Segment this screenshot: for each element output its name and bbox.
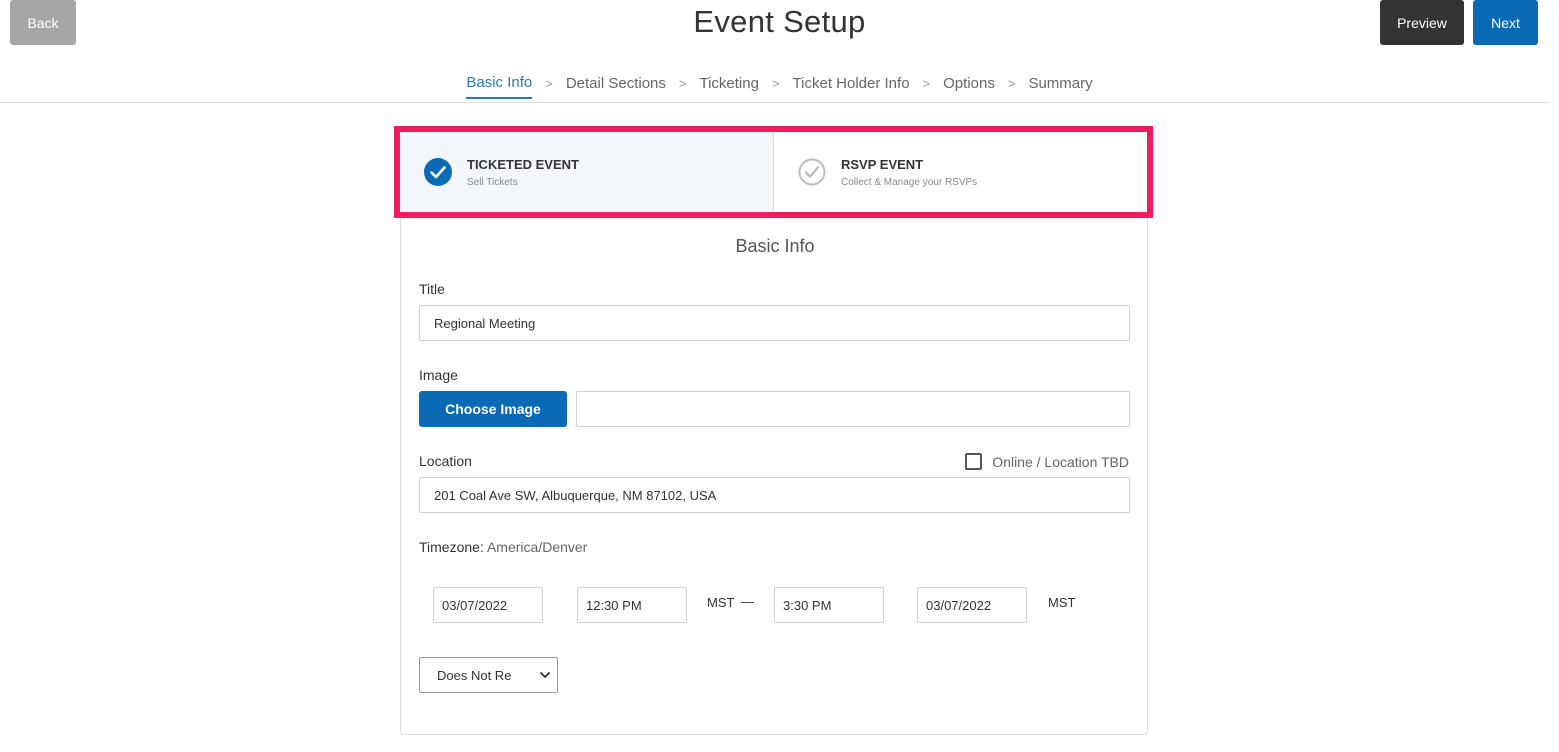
timezone-label: Timezone: — [419, 539, 484, 555]
step-ticketing[interactable]: Ticketing — [699, 75, 758, 98]
chevron-right-icon: > — [922, 76, 931, 91]
timezone-value: America/Denver — [486, 539, 588, 555]
start-timezone-abbr: MST — [707, 595, 735, 610]
ticketed-event-title: TICKETED EVENT — [467, 156, 579, 172]
check-circle-outline-icon — [798, 158, 826, 186]
online-label: Online / Location TBD — [992, 453, 1129, 470]
step-breadcrumb: Basic Info > Detail Sections > Ticketing… — [0, 74, 1559, 99]
end-time-input[interactable]: 3:30 PM — [774, 587, 884, 623]
next-button[interactable]: Next — [1473, 0, 1538, 45]
online-checkbox[interactable] — [965, 453, 983, 470]
start-date-input[interactable]: 03/07/2022 — [433, 587, 543, 623]
ticketed-event-option[interactable]: TICKETED EVENT Sell Tickets — [400, 132, 774, 212]
event-type-selector: TICKETED EVENT Sell Tickets RSVP EVENT C… — [394, 126, 1153, 218]
check-circle-icon — [424, 158, 452, 186]
recurrence-select[interactable]: Does Not Re — [419, 657, 558, 693]
steps-divider — [0, 102, 1550, 103]
chevron-right-icon: > — [678, 76, 687, 91]
ticketed-event-subtitle: Sell Tickets — [467, 176, 518, 188]
chevron-down-icon — [540, 672, 550, 678]
image-filename-input[interactable] — [576, 391, 1130, 427]
step-basic-info[interactable]: Basic Info — [466, 74, 533, 99]
step-ticket-holder-info[interactable]: Ticket Holder Info — [793, 75, 910, 98]
location-input[interactable]: 201 Coal Ave SW, Albuquerque, NM 87102, … — [419, 477, 1130, 513]
end-timezone-abbr: MST — [1048, 595, 1076, 610]
start-time-input[interactable]: 12:30 PM — [577, 587, 687, 623]
online-location-tbd-toggle[interactable]: Online / Location TBD — [965, 453, 1129, 470]
rsvp-event-subtitle: Collect & Manage your RSVPs — [841, 176, 978, 188]
choose-image-button[interactable]: Choose Image — [419, 391, 567, 427]
title-label: Title — [419, 281, 445, 297]
step-options[interactable]: Options — [943, 75, 995, 98]
chevron-right-icon: > — [771, 76, 780, 91]
end-date-input[interactable]: 03/07/2022 — [917, 587, 1027, 623]
chevron-right-icon: > — [1007, 76, 1016, 91]
timezone-row: Timezone: America/Denver — [419, 539, 587, 555]
location-label: Location — [419, 453, 472, 469]
time-range-dash: — — [741, 594, 754, 609]
rsvp-event-option[interactable]: RSVP EVENT Collect & Manage your RSVPs — [774, 132, 1147, 212]
basic-info-card: Basic Info Title Regional Meeting Image … — [400, 218, 1148, 735]
chevron-right-icon: > — [545, 76, 553, 91]
section-heading: Basic Info — [735, 236, 815, 256]
rsvp-event-title: RSVP EVENT — [841, 156, 924, 172]
image-label: Image — [419, 367, 458, 383]
title-input[interactable]: Regional Meeting — [419, 305, 1130, 341]
step-detail-sections[interactable]: Detail Sections — [566, 75, 666, 98]
step-summary[interactable]: Summary — [1028, 75, 1092, 98]
page-title: Event Setup — [693, 4, 866, 39]
preview-button[interactable]: Preview — [1380, 0, 1464, 45]
recurrence-value: Does Not Re — [437, 667, 512, 683]
